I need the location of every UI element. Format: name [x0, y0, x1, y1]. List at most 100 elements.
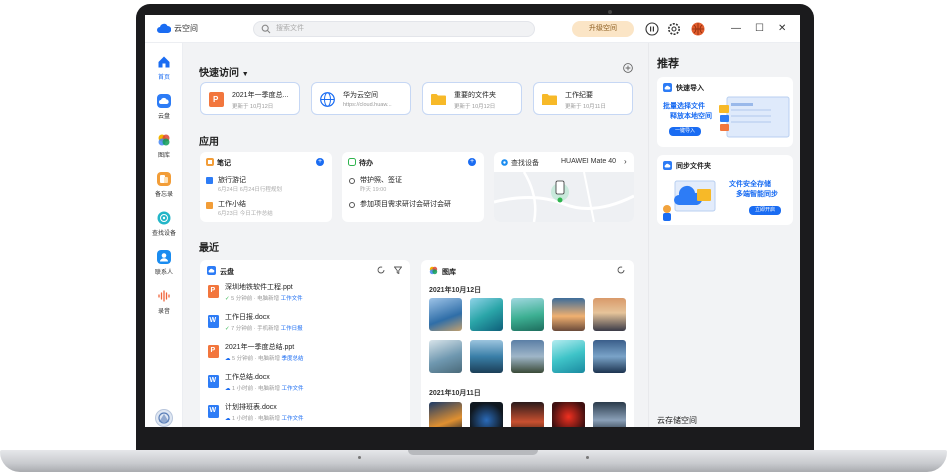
- title-bar: 云空间 搜索文件 升级空间 — ☐ ✕: [145, 15, 800, 43]
- chevron-right-icon: ›: [624, 157, 627, 166]
- minimize-button[interactable]: —: [731, 23, 741, 35]
- photo-thumbnail[interactable]: [593, 402, 626, 427]
- sidebar-item-gallery[interactable]: 图库: [145, 133, 183, 159]
- sidebar-item-memo[interactable]: 备忘录: [145, 172, 183, 198]
- photo-thumbnail[interactable]: [470, 340, 503, 373]
- gallery-date-heading: 2021年10月12日: [429, 287, 482, 294]
- radar-icon: [157, 211, 171, 225]
- sidebar-item-drive[interactable]: 云盘: [145, 94, 183, 120]
- sidebar-item-contacts[interactable]: 联系人: [145, 250, 183, 276]
- sync-illustration: [663, 180, 716, 221]
- todo-checkbox[interactable]: [349, 178, 355, 184]
- file-folder-link[interactable]: 工作文件: [282, 386, 304, 392]
- sidebar-item-label: 备忘录: [154, 192, 173, 198]
- cloud-icon: ☁: [225, 356, 231, 362]
- quick-access-item[interactable]: P 2021年一季度总... 更新于 10月12日: [200, 82, 300, 115]
- cloud-icon: ☁: [225, 386, 231, 392]
- refresh-icon[interactable]: [377, 266, 385, 274]
- cloud-storage-title: 云存储空间: [657, 416, 697, 425]
- search-placeholder: 搜索文件: [276, 25, 304, 32]
- cloud-drive-icon: [663, 161, 672, 170]
- file-row[interactable]: W 计划排班表.docx ☁ 1 小时前 · 电脑新增 工作文件: [206, 402, 396, 427]
- pause-sync-icon[interactable]: [645, 22, 659, 36]
- photo-thumbnail[interactable]: [511, 340, 544, 373]
- file-folder-link[interactable]: 工作文件: [281, 296, 303, 302]
- add-circle-icon[interactable]: [623, 63, 633, 73]
- todo-icon: [348, 158, 356, 166]
- todo-item-title: 带护照、签证: [360, 177, 402, 184]
- todo-card[interactable]: 待办 + 带护照、签证 昨天 19:00 参加项目需求研讨会研讨会研: [342, 152, 484, 222]
- folder-icon: [542, 94, 557, 105]
- photo-thumbnail[interactable]: [511, 402, 544, 427]
- quick-access-item[interactable]: 华为云空间 https://cloud.huaw...: [311, 82, 411, 115]
- photo-thumbnail[interactable]: [470, 402, 503, 427]
- quick-access-title[interactable]: 快速访问 ▼: [199, 64, 249, 79]
- apps-title: 应用: [199, 137, 219, 148]
- file-meta: 1 小时前 · 电脑新增: [232, 386, 281, 392]
- folder-icon: [431, 94, 446, 105]
- recent-drive-panel: 云盘 P 深圳地铁软件工程.ppt ✓ 5 分钟前 · 电脑新增 工作文件 W …: [200, 260, 410, 427]
- quick-access-item-title: 工作纪要: [565, 92, 593, 99]
- find-device-title: 查找设备: [511, 160, 539, 167]
- note-title[interactable]: 工作小结: [218, 199, 246, 209]
- enable-sync-button[interactable]: 立即开启: [749, 206, 781, 215]
- search-icon: [261, 24, 271, 34]
- home-icon: [158, 56, 170, 68]
- avatar[interactable]: [691, 22, 705, 36]
- file-row[interactable]: P 深圳地铁软件工程.ppt ✓ 5 分钟前 · 电脑新增 工作文件: [206, 282, 396, 310]
- quick-import-card[interactable]: 快速导入 批量选择文件 释放本地空间 一键导入: [657, 77, 793, 147]
- note-doc-icon: [206, 202, 213, 209]
- photo-thumbnail[interactable]: [552, 402, 585, 427]
- file-folder-link[interactable]: 工作日报: [281, 326, 303, 332]
- close-button[interactable]: ✕: [778, 23, 786, 35]
- photo-thumbnail[interactable]: [593, 298, 626, 331]
- sidebar-item-label: 联系人: [154, 270, 173, 276]
- quick-access-item[interactable]: 重要的文件夹 更新于 10月12日: [422, 82, 522, 115]
- gear-icon[interactable]: [667, 22, 681, 36]
- file-row[interactable]: W 工作日报.docx ✓ 7 分钟前 · 手机新增 工作日报: [206, 312, 396, 340]
- ppt-file-icon: P: [209, 92, 224, 107]
- photo-thumbnail[interactable]: [511, 298, 544, 331]
- todo-checkbox[interactable]: [349, 202, 355, 208]
- sidebar-item-home[interactable]: 首页: [145, 55, 183, 81]
- file-folder-link[interactable]: 工作文件: [282, 416, 304, 422]
- photo-thumbnail[interactable]: [429, 298, 462, 331]
- search-input[interactable]: 搜索文件: [253, 21, 535, 37]
- filter-icon[interactable]: [394, 266, 402, 274]
- contacts-icon: [157, 250, 171, 264]
- sidebar-item-label: 查找设备: [151, 231, 176, 237]
- file-row[interactable]: W 工作总结.docx ☁ 1 小时前 · 电脑新增 工作文件: [206, 372, 396, 400]
- maximize-button[interactable]: ☐: [755, 23, 764, 35]
- cloud-drive-icon: [663, 83, 672, 92]
- caret-down-icon: ▼: [241, 71, 249, 78]
- refresh-icon[interactable]: [617, 266, 625, 274]
- photo-thumbnail[interactable]: [552, 340, 585, 373]
- add-note-button[interactable]: +: [316, 158, 324, 166]
- sidebar-item-recorder[interactable]: 录音: [145, 289, 183, 315]
- quick-access-item[interactable]: 工作纪要 更新于 10月11日: [533, 82, 633, 115]
- file-folder-link[interactable]: 季度总结: [282, 356, 304, 362]
- find-device-card[interactable]: 查找设备 HUAWEI Mate 40 ›: [494, 152, 634, 222]
- photo-thumbnail[interactable]: [429, 402, 462, 427]
- add-todo-button[interactable]: +: [468, 158, 476, 166]
- file-row[interactable]: P 2021年一季度总结.ppt ☁ 5 分钟前 · 电脑新增 季度总结: [206, 342, 396, 370]
- sync-folder-text: 文件安全存储: [729, 181, 771, 188]
- note-title[interactable]: 旅行游记: [218, 175, 246, 185]
- photo-thumbnail[interactable]: [552, 298, 585, 331]
- gallery-panel-title: 图库: [442, 269, 456, 276]
- quick-import-text: 批量选择文件: [663, 103, 705, 110]
- sidebar-item-find-device[interactable]: 查找设备: [145, 211, 183, 237]
- notes-card[interactable]: 笔记 + 旅行游记 6月24日 6月24日行程规划 工作小结 6月23日 今日工…: [200, 152, 332, 222]
- user-avatar-icon[interactable]: [155, 409, 173, 427]
- import-button[interactable]: 一键导入: [669, 127, 701, 136]
- photo-thumbnail[interactable]: [593, 340, 626, 373]
- laptop-frame: 云空间 搜索文件 升级空间 — ☐ ✕ 首页 云盘 图库 备忘录 查找设备 联系…: [0, 0, 947, 474]
- quick-import-text: 释放本地空间: [670, 113, 712, 120]
- sync-folder-title: 同步文件夹: [676, 163, 711, 170]
- upgrade-button[interactable]: 升级空间: [572, 21, 634, 37]
- photo-thumbnail[interactable]: [429, 340, 462, 373]
- sync-folder-card[interactable]: 同步文件夹 文件安全存储 多端智能同步 立即开启: [657, 155, 793, 225]
- word-file-icon: W: [208, 315, 219, 328]
- photo-thumbnail[interactable]: [470, 298, 503, 331]
- quick-access-item-sub: 更新于 10月12日: [454, 104, 496, 110]
